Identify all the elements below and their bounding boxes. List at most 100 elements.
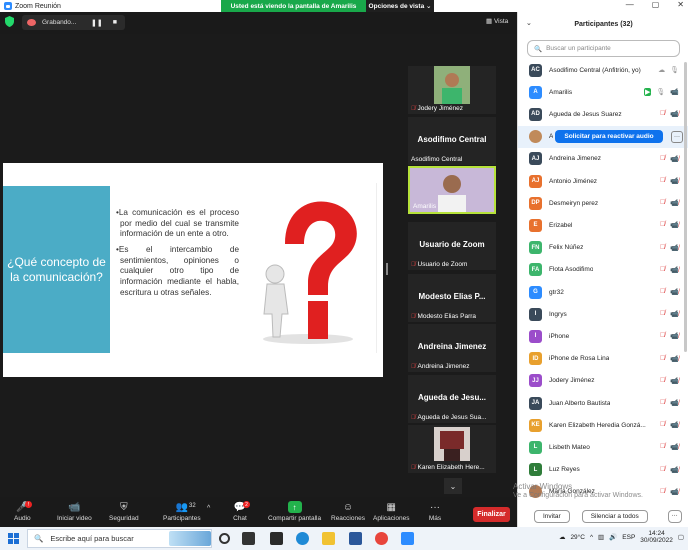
stop-recording-button[interactable]: ■	[113, 19, 117, 27]
participant-avatar: L	[529, 463, 542, 477]
notifications-icon[interactable]: ▢	[678, 533, 684, 541]
pause-recording-button[interactable]: ❚❚	[91, 19, 103, 27]
mic-muted-icon: 🎙̸	[660, 399, 666, 406]
start-video-button[interactable]: 📹 Iniciar video	[57, 501, 92, 523]
muted-status-icons: 🎙̸ 📹̸	[660, 332, 679, 340]
slide-bullets: •La comunicación es el proceso por medio…	[116, 208, 239, 303]
participants-panel: ⌄ Participantes (32) 🔍 Buscar un partici…	[517, 12, 688, 527]
app-icon[interactable]	[270, 532, 283, 545]
mic-muted-icon: 🎙̸	[411, 313, 416, 320]
participant-avatar: AD	[529, 107, 542, 121]
word-icon[interactable]	[349, 532, 362, 545]
end-meeting-button[interactable]: Finalizar	[473, 507, 510, 522]
video-off-icon: 📹̸	[670, 444, 679, 452]
tray-chevron-icon[interactable]: ^	[590, 534, 593, 541]
video-tile[interactable]: Usuario de Zoom 🎙̸ Usuario de Zoom	[408, 222, 496, 270]
windows-start-icon[interactable]	[8, 533, 19, 544]
invite-button[interactable]: Invitar	[534, 509, 570, 523]
participant-row[interactable]: FA Flota Asodifimo 🎙̸ 📹̸	[518, 259, 688, 281]
tile-display-name: Modesto Elias P...	[418, 292, 486, 301]
participant-row[interactable]: ID iPhone de Rosa Lina 🎙̸ 📹̸	[518, 348, 688, 370]
participant-search-input[interactable]: 🔍 Buscar un participante	[527, 40, 680, 57]
video-tile[interactable]: Asodifimo Central Asodifimo Central	[408, 117, 496, 165]
view-label: Vista	[493, 18, 509, 25]
video-tile[interactable]: Andreina Jimenez 🎙̸ Andreina Jimenez	[408, 324, 496, 372]
request-unmute-button[interactable]: Solicitar para reactivar audio	[555, 130, 663, 144]
participant-row[interactable]: A Solicitar para reactivar audio ···	[518, 125, 688, 148]
participant-avatar: A	[529, 85, 542, 99]
system-tray: ☁ 29°C ^ ▥ 🔊 ESP 14:24 30/09/2022 ▢	[559, 530, 684, 545]
cortana-icon[interactable]	[219, 533, 230, 544]
gallery-next-page-button[interactable]: ⌄	[444, 478, 462, 494]
share-screen-button[interactable]: ↑ Compartir pantalla	[268, 501, 321, 522]
search-icon: 🔍	[34, 534, 44, 543]
language-indicator[interactable]: ESP	[622, 534, 635, 541]
video-off-icon: 📹̸	[670, 355, 679, 363]
participants-chevron-icon[interactable]: ^	[207, 505, 210, 512]
participant-more-button[interactable]: ···	[671, 130, 683, 143]
participant-row[interactable]: E Erizabel 🎙̸ 📹̸	[518, 214, 688, 236]
video-tile[interactable]: Agueda de Jesu... 🎙̸ Agueda de Jesus Sua.…	[408, 375, 496, 423]
participant-row[interactable]: DP Desmeiryn perez 🎙̸ 📹̸	[518, 192, 688, 214]
slide-scrollbar[interactable]	[376, 183, 382, 353]
participant-avatar: I	[529, 329, 542, 343]
participant-row[interactable]: Ggtr32 🎙̸ 📹̸	[518, 281, 688, 303]
more-button[interactable]: ··· Más	[428, 501, 442, 523]
close-window-button[interactable]: ✕	[677, 0, 684, 9]
participant-name: A	[549, 133, 554, 141]
volume-icon[interactable]: 🔊	[609, 533, 617, 541]
panel-more-button[interactable]: ···	[667, 509, 682, 523]
maximize-button[interactable]: ▢	[652, 0, 660, 9]
clock[interactable]: 14:24 30/09/2022	[640, 530, 673, 545]
apps-icon: ▦	[386, 501, 396, 513]
panel-scrollbar[interactable]	[684, 62, 687, 352]
video-tile[interactable]: Modesto Elias P... 🎙̸ Modesto Elias Parra	[408, 274, 496, 322]
splitter-handle[interactable]	[386, 263, 388, 275]
tile-name: 🎙̸ Karen Elizabeth Here...	[411, 464, 485, 471]
participant-row[interactable]: L Lisbeth Mateo 🎙̸ 📹̸	[518, 436, 688, 458]
video-off-icon: 📹̸	[670, 377, 679, 385]
participant-row[interactable]: AC Asodifimo Central (Anfitrión, yo) ☁ 🎙	[518, 59, 688, 81]
tile-name: 🎙̸ Agueda de Jesus Sua...	[411, 414, 487, 421]
security-button[interactable]: ⛨ Seguridad	[109, 501, 139, 523]
participant-row[interactable]: A Amarilis ▶ 🎙 📹	[518, 81, 688, 103]
minimize-button[interactable]: —	[626, 0, 634, 9]
participant-row[interactable]: AJ Antonio Jiménez 🎙̸ 📹̸	[518, 170, 688, 192]
mic-muted-icon: 🎙̸	[660, 465, 666, 473]
video-tile[interactable]: 🎙̸ Jodery Jiménez	[408, 66, 496, 114]
participant-row[interactable]: I Ingrys 🎙̸ 📹̸	[518, 303, 688, 325]
mic-muted-icon: 🎙̸	[660, 265, 666, 273]
participant-row[interactable]: KE Karen Elizabeth Heredia Gonzá... 🎙̸ 📹̸	[518, 414, 688, 436]
video-tile-active-speaker[interactable]: Amarilis	[408, 166, 496, 214]
participant-name: Juan Alberto Bautista	[549, 399, 611, 407]
video-tile[interactable]: 🎙̸ Karen Elizabeth Here...	[408, 425, 496, 473]
file-explorer-icon[interactable]	[322, 532, 335, 545]
reactions-button[interactable]: ☺ Reacciones	[331, 501, 365, 523]
apps-button[interactable]: ▦ Aplicaciones	[373, 501, 410, 523]
participant-row[interactable]: AJ Andreina Jimenez 🎙̸ 📹̸	[518, 148, 688, 170]
view-options-button[interactable]: Opciones de vista ⌄	[366, 0, 434, 12]
recording-indicator: Grabando... ❚❚ ■	[22, 15, 125, 30]
task-view-icon[interactable]	[242, 532, 255, 545]
participant-row[interactable]: AD Agueda de Jesus Suarez 🎙̸ 📹̸	[518, 103, 688, 125]
panel-footer: Invitar Silenciar a todos ···	[518, 505, 688, 527]
network-icon[interactable]: ▥	[598, 533, 604, 541]
muted-status-icons: 🎙̸ 📹̸	[660, 155, 679, 163]
muted-status-icons: 🎙̸ 📹̸	[660, 177, 679, 185]
chrome-icon[interactable]	[375, 532, 388, 545]
zoom-taskbar-icon[interactable]	[401, 532, 414, 545]
participant-name: Antonio Jiménez	[549, 177, 598, 185]
participant-row[interactable]: JA Juan Alberto Bautista 🎙̸ 📹̸	[518, 392, 688, 414]
collapse-chevron-icon[interactable]: ⌄	[526, 19, 532, 27]
weather-icon[interactable]: ☁	[559, 533, 566, 541]
security-shield-icon[interactable]	[5, 16, 14, 27]
mute-all-button[interactable]: Silenciar a todos	[581, 509, 648, 523]
view-button[interactable]: ▦ Vista	[486, 17, 508, 25]
participant-row[interactable]: L Luz Reyes 🎙̸ 📹̸	[518, 459, 688, 481]
participant-avatar: FA	[529, 263, 542, 277]
taskbar-search-box[interactable]: 🔍 Escribe aquí para buscar	[27, 529, 212, 548]
participant-row[interactable]: IiPhone 🎙̸ 📹̸	[518, 325, 688, 347]
participant-row[interactable]: JJ Jodery Jiménez 🎙̸ 📹̸	[518, 370, 688, 392]
participant-row[interactable]: FN Felix Núñez 🎙̸ 📹̸	[518, 237, 688, 259]
edge-icon[interactable]	[296, 532, 309, 545]
